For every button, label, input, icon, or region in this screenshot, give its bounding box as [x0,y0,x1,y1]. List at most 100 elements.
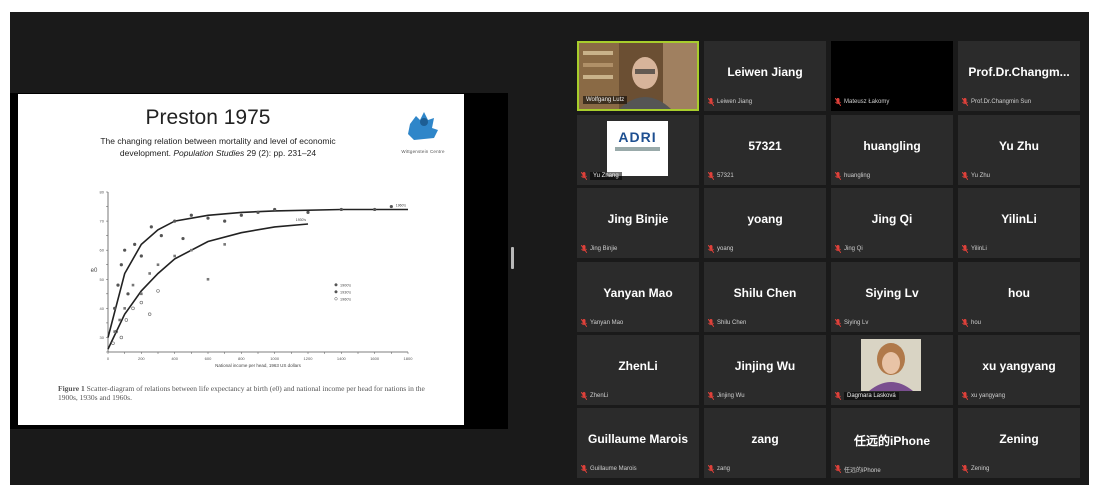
y-tick-label: 60 [100,248,105,253]
mic-muted-icon [581,172,587,180]
mic-muted-icon [581,465,587,473]
data-point [123,307,126,310]
participant-name: hou [1008,286,1030,300]
participant-tile[interactable]: Dagmara Lasková [831,335,953,405]
participant-name: Siying Lv [865,286,919,300]
mic-muted-icon [962,319,968,327]
mic-muted-icon [835,98,841,106]
data-point [189,213,193,217]
participant-name: Zening [999,432,1039,446]
mic-muted-icon [962,98,968,106]
data-point [124,318,129,322]
participant-tile[interactable]: ZhenLi ZhenLi [577,335,699,405]
x-tick-label: 1000 [270,356,280,361]
participant-tile[interactable]: Shilu Chen Shilu Chen [704,262,826,332]
data-point [118,318,121,322]
participant-label: Siying Lv [835,318,868,328]
adri-logo: ADRI [607,121,668,176]
data-point [131,283,135,287]
participant-tile[interactable]: Yanyan Mao Yanyan Mao [577,262,699,332]
participant-tile[interactable]: Wolfgang Lutz [577,41,699,111]
data-point [389,204,393,209]
data-point [223,243,226,246]
data-point [206,216,210,220]
data-point [190,248,193,252]
participant-name: xu yangyang [982,359,1056,373]
participant-video [861,339,921,391]
participant-tile[interactable]: huangling huangling [831,115,953,185]
participant-tile[interactable]: YilinLi YilinLi [958,188,1080,258]
participant-label: ZhenLi [581,391,608,401]
data-point [119,263,123,267]
mic-muted-icon [708,319,714,327]
data-point [123,248,127,252]
mic-muted-icon [835,319,841,327]
y-tick-label: 80 [100,190,105,195]
x-tick-label: 600 [205,356,212,361]
data-point [156,263,160,267]
participant-tile[interactable]: 57321 57321 [704,115,826,185]
data-point [181,236,185,241]
participant-label: Prof.Dr.Changmin Sun [962,97,1031,107]
curve-label: 1960's [396,203,406,207]
y-tick-label: 70 [100,219,105,224]
mic-muted-icon [835,465,841,473]
participant-name: Shilu Chen [733,286,797,300]
fit-curve [107,223,309,350]
panel-resize-handle[interactable] [511,247,514,269]
participant-label: Leiwen Jiang [708,97,752,107]
data-point [139,300,144,305]
figure-caption: Figure 1 Scatter-diagram of relations be… [58,384,425,402]
participant-tile[interactable]: xu yangyang xu yangyang [958,335,1080,405]
participant-tile[interactable]: Jing Qi Jing Qi [831,188,953,258]
data-point [149,225,153,229]
participant-tile[interactable]: Jing Binjie Jing Binjie [577,188,699,258]
x-tick-label: 400 [171,356,178,361]
y-tick-label: 40 [100,306,105,311]
participant-tile[interactable]: Leiwen Jiang Leiwen Jiang [704,41,826,111]
participant-tile[interactable]: Prof.Dr.Changm... Prof.Dr.Changmin Sun [958,41,1080,111]
participant-tile[interactable]: Siying Lv Siying Lv [831,262,953,332]
participant-tile[interactable]: 任远的iPhone 任远的iPhone [831,408,953,478]
x-tick-label: 1400 [337,356,347,361]
participant-tile[interactable]: hou hou [958,262,1080,332]
participant-label: xu yangyang [962,391,1005,401]
participant-tile[interactable]: Mateusz Łakomy [831,41,953,111]
participant-tile[interactable]: Jinjing Wu Jinjing Wu [704,335,826,405]
data-point [373,207,377,212]
data-point [133,242,137,246]
y-tick-label: 30 [100,335,105,340]
x-tick-label: 0 [107,356,110,361]
participant-label: Guillaume Marois [581,464,637,474]
mic-muted-icon [835,392,841,400]
legend-marker [334,297,338,301]
mic-muted-icon [581,392,587,400]
legend-item: 1900's [340,283,351,287]
mic-muted-icon [708,392,714,400]
participant-label: hou [962,318,981,328]
x-axis-label: National income per head, 1963 US dollar… [215,363,302,368]
participant-tile[interactable]: Guillaume Marois Guillaume Marois [577,408,699,478]
participant-tile[interactable]: ADRI Yu Zhang [577,115,699,185]
data-point [223,219,227,223]
participant-name: Guillaume Marois [587,432,689,446]
mic-muted-icon [708,98,714,106]
participant-label: Yu Zhang [581,171,622,181]
data-point [131,306,135,311]
data-point [148,272,151,275]
participant-tile[interactable]: yoang yoang [704,188,826,258]
x-tick-label: 800 [238,356,245,361]
participant-tile[interactable]: zang zang [704,408,826,478]
mic-muted-icon [581,245,587,253]
participant-tile[interactable]: Zening Zening [958,408,1080,478]
participant-tile[interactable]: Yu Zhu Yu Zhu [958,115,1080,185]
data-point [273,207,277,212]
data-point [156,289,160,293]
wittgenstein-logo-icon [408,112,438,140]
legend-item: 1930's [340,290,351,294]
data-point [256,210,260,214]
fit-curve [107,208,408,338]
data-point [119,335,124,340]
mic-muted-icon [708,172,714,180]
data-point [113,306,117,310]
